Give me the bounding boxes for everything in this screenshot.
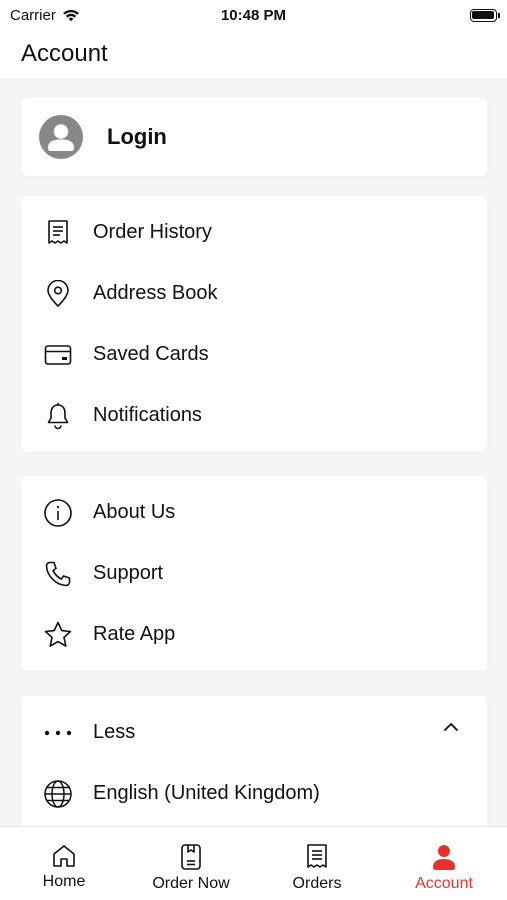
star-icon: [43, 620, 73, 650]
location-pin-icon: [43, 279, 73, 309]
tab-account[interactable]: Account: [404, 827, 484, 900]
menu-item-rate-app[interactable]: Rate App: [21, 604, 487, 665]
menu-item-saved-cards[interactable]: Saved Cards: [21, 324, 487, 385]
menu-label: Rate App: [93, 623, 176, 645]
wifi-icon: [63, 9, 79, 22]
carrier-label: Carrier: [10, 6, 56, 24]
home-icon: [53, 845, 75, 867]
login-card[interactable]: Login: [21, 98, 487, 176]
tab-label: Order Now: [152, 875, 230, 892]
login-label: Login: [107, 124, 167, 149]
tab-label: Home: [42, 873, 86, 890]
tab-orders[interactable]: Orders: [282, 827, 352, 900]
menu-label: Saved Cards: [93, 343, 209, 365]
credit-card-icon: [43, 340, 73, 370]
menu-item-notifications[interactable]: Notifications: [21, 385, 487, 446]
orders-icon: [307, 844, 327, 868]
page-header: Account: [0, 30, 507, 78]
receipt-icon: [43, 218, 73, 248]
tab-label: Orders: [292, 875, 342, 892]
more-menu-group: Less English (United Kingdom): [21, 696, 487, 826]
bell-icon: [43, 401, 73, 431]
info-menu-group: About Us Support Rate App: [21, 476, 487, 671]
status-right: [367, 8, 500, 22]
menu-item-about-us[interactable]: About Us: [21, 482, 487, 543]
tab-label: Account: [415, 875, 473, 892]
page-title: Account: [21, 40, 108, 67]
phone-icon: [43, 559, 73, 589]
menu-item-less[interactable]: Less: [21, 702, 487, 763]
order-now-icon: [181, 844, 201, 870]
chevron-up-icon: [444, 723, 458, 731]
info-icon: [43, 498, 73, 528]
menu-label: Less: [93, 721, 136, 743]
menu-label: About Us: [93, 501, 176, 523]
globe-icon: [43, 779, 73, 809]
status-bar: Carrier 10:48 PM: [0, 0, 507, 30]
tab-order-now[interactable]: Order Now: [146, 827, 236, 900]
menu-item-language[interactable]: English (United Kingdom): [21, 763, 487, 824]
bottom-tab-bar: Home Order Now Orders Account: [0, 826, 507, 900]
menu-item-order-history[interactable]: Order History: [21, 202, 487, 263]
account-icon: [433, 845, 455, 870]
menu-label: Order History: [93, 221, 212, 243]
menu-label: English (United Kingdom): [93, 782, 320, 804]
menu-label: Address Book: [93, 282, 218, 304]
account-content[interactable]: Login Order History Address Book Saved C…: [0, 78, 507, 826]
battery-icon: [469, 8, 500, 22]
status-left: Carrier: [10, 7, 140, 24]
more-dots-icon: [43, 718, 73, 748]
menu-label: Notifications: [93, 404, 202, 426]
menu-item-address-book[interactable]: Address Book: [21, 263, 487, 324]
avatar-icon: [39, 115, 83, 159]
account-menu-group: Order History Address Book Saved Cards N…: [21, 196, 487, 452]
tab-home[interactable]: Home: [24, 827, 104, 900]
menu-label: Support: [93, 562, 164, 584]
menu-item-support[interactable]: Support: [21, 543, 487, 604]
status-time: 10:48 PM: [220, 6, 287, 24]
